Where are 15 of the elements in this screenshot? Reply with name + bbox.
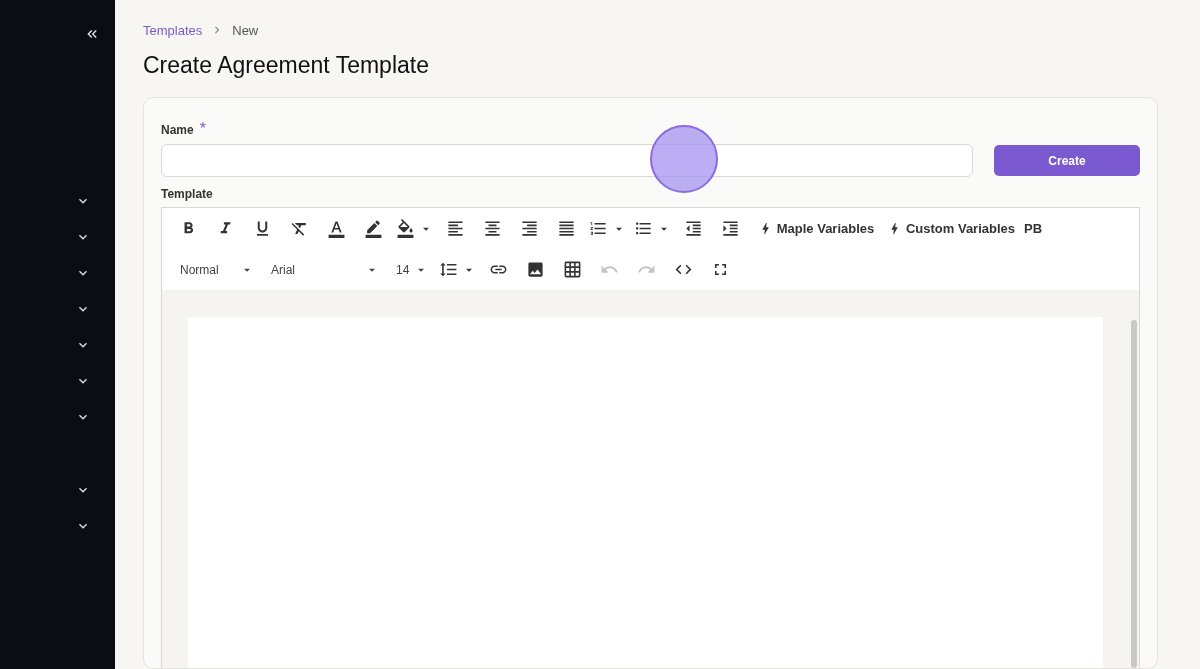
- font-select[interactable]: Arial: [263, 257, 383, 282]
- field-label: Template: [161, 187, 214, 201]
- name-input[interactable]: [161, 144, 973, 177]
- page-title: Create Agreement Template: [143, 52, 430, 79]
- size-select[interactable]: 14: [388, 257, 432, 282]
- breadcrumb-link[interactable]: Templates: [143, 22, 203, 38]
- required-mark: *: [199, 120, 206, 137]
- pb-button[interactable]: PB: [1021, 216, 1045, 241]
- create-button[interactable]: Create: [994, 145, 1140, 176]
- breadcrumb-current: New: [232, 22, 259, 38]
- style-select[interactable]: Normal: [172, 257, 258, 282]
- scrollbar[interactable]: [1131, 320, 1137, 668]
- variables-button[interactable]: Maple Variables: [751, 216, 881, 241]
- variables-button[interactable]: Custom Variables: [886, 216, 1016, 241]
- field-label: Name: [161, 123, 194, 137]
